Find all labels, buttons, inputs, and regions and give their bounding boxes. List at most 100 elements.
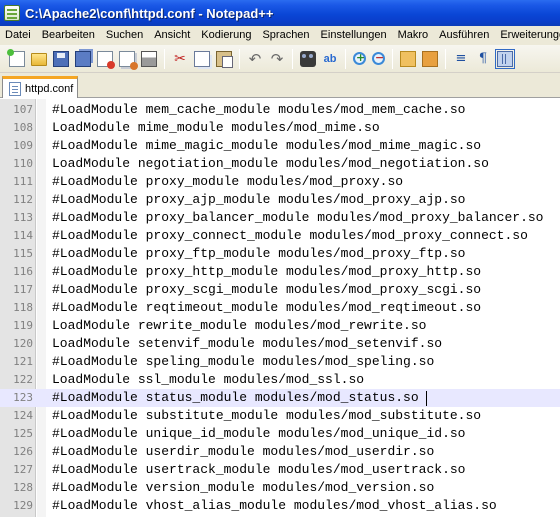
code-line[interactable]: 116 #LoadModule proxy_http_module modules… xyxy=(0,263,560,281)
print-icon[interactable] xyxy=(141,50,157,67)
find-icon[interactable] xyxy=(300,50,316,67)
code-line[interactable]: 126 #LoadModule userdir_module modules/mo… xyxy=(0,443,560,461)
line-number: 109 xyxy=(13,139,33,152)
code-line[interactable]: 114 #LoadModule proxy_connect_module modu… xyxy=(0,227,560,245)
menu-bearbeiten[interactable]: Bearbeiten xyxy=(37,26,101,45)
line-text[interactable]: LoadModule rewrite_module modules/mod_re… xyxy=(52,317,426,335)
line-text[interactable]: #LoadModule usertrack_module modules/mod… xyxy=(52,461,465,479)
code-line[interactable]: 127 #LoadModule usertrack_module modules/… xyxy=(0,461,560,479)
replace-icon[interactable]: ab xyxy=(322,51,338,67)
code-line[interactable]: 124 #LoadModule substitute_module modules… xyxy=(0,407,560,425)
new-file-icon[interactable] xyxy=(7,48,25,67)
line-text[interactable]: #LoadModule userdir_module modules/mod_u… xyxy=(52,443,434,461)
word-wrap-icon[interactable]: ≡ xyxy=(453,51,469,67)
menu-suchen[interactable]: Suchen xyxy=(101,26,149,45)
menu-ansicht[interactable]: Ansicht xyxy=(149,26,196,45)
code-line[interactable]: 111 #LoadModule proxy_module modules/mod_… xyxy=(0,173,560,191)
line-text[interactable]: #LoadModule proxy_ajp_module modules/mod… xyxy=(52,191,465,209)
notepad-plus-plus-app-icon[interactable] xyxy=(4,5,20,21)
copy-icon[interactable] xyxy=(194,50,210,67)
menu-makro[interactable]: Makro xyxy=(393,26,435,45)
line-text[interactable]: #LoadModule proxy_connect_module modules… xyxy=(52,227,528,245)
line-text[interactable]: #LoadModule version_module modules/mod_v… xyxy=(52,479,434,497)
line-text[interactable]: #LoadModule reqtimeout_module modules/mo… xyxy=(52,299,481,317)
code-line[interactable]: 128 #LoadModule version_module modules/mo… xyxy=(0,479,560,497)
line-text[interactable]: #LoadModule unique_id_module modules/mod… xyxy=(52,425,465,443)
code-line[interactable]: 117 #LoadModule proxy_scgi_module modules… xyxy=(0,281,560,299)
toolbar-separator xyxy=(239,48,240,69)
cut-icon[interactable]: ✂ xyxy=(172,51,188,67)
line-number: 126 xyxy=(13,445,33,458)
paste-icon[interactable] xyxy=(216,50,233,68)
line-text[interactable]: #LoadModule proxy_ftp_module modules/mod… xyxy=(52,245,465,263)
show-all-chars-icon[interactable]: ¶ xyxy=(475,51,491,67)
code-line[interactable]: 119 LoadModule rewrite_module modules/mod… xyxy=(0,317,560,335)
save-all-icon[interactable] xyxy=(75,50,91,67)
line-number: 119 xyxy=(13,319,33,332)
line-text[interactable]: #LoadModule speling_module modules/mod_s… xyxy=(52,353,434,371)
code-line[interactable]: 110 LoadModule negotiation_module modules… xyxy=(0,155,560,173)
sync-vertical-icon[interactable] xyxy=(400,50,416,67)
line-text[interactable]: LoadModule mime_module modules/mod_mime.… xyxy=(52,119,380,137)
line-number: 120 xyxy=(13,337,33,350)
line-number: 123 xyxy=(13,391,33,404)
menu-ausfuehren[interactable]: Ausführen xyxy=(434,26,495,45)
tab-label: httpd.conf xyxy=(25,82,74,95)
line-text[interactable]: LoadModule ssl_module modules/mod_ssl.so xyxy=(52,371,364,389)
sync-horizontal-icon[interactable] xyxy=(422,50,438,67)
code-line[interactable]: 108 LoadModule mime_module modules/mod_mi… xyxy=(0,119,560,137)
line-text[interactable]: #LoadModule proxy_http_module modules/mo… xyxy=(52,263,481,281)
line-text[interactable]: #LoadModule mime_magic_module modules/mo… xyxy=(52,137,481,155)
menu-kodierung[interactable]: Kodierung xyxy=(196,26,257,45)
code-line[interactable]: 107 #LoadModule mem_cache_module modules/… xyxy=(0,101,560,119)
line-number: 125 xyxy=(13,427,33,440)
code-line[interactable]: 122 LoadModule ssl_module modules/mod_ssl… xyxy=(0,371,560,389)
menu-datei[interactable]: Datei xyxy=(0,26,37,45)
document-icon xyxy=(9,81,21,96)
current-line[interactable]: 123 #LoadModule status_module modules/mod… xyxy=(0,389,560,407)
line-number: 111 xyxy=(13,175,33,188)
redo-icon[interactable]: ↷ xyxy=(269,51,285,67)
line-number: 128 xyxy=(13,481,33,494)
line-text[interactable]: #LoadModule vhost_alias_module modules/m… xyxy=(52,497,497,515)
menu-einstellungen[interactable]: Einstellungen xyxy=(316,26,393,45)
line-text[interactable]: #LoadModule proxy_module modules/mod_pro… xyxy=(52,173,403,191)
line-text[interactable]: #LoadModule substitute_module modules/mo… xyxy=(52,407,481,425)
title-bar[interactable]: C:\Apache2\conf\httpd.conf - Notepad++ xyxy=(0,0,560,26)
open-file-icon[interactable] xyxy=(31,53,47,66)
code-line[interactable]: 121 #LoadModule speling_module modules/mo… xyxy=(0,353,560,371)
toolbar-separator xyxy=(392,48,393,69)
save-icon[interactable] xyxy=(53,50,69,67)
zoom-in-icon[interactable] xyxy=(353,51,366,65)
close-all-icon[interactable] xyxy=(119,50,138,70)
code-line[interactable]: 118 #LoadModule reqtimeout_module modules… xyxy=(0,299,560,317)
code-line[interactable]: 113 #LoadModule proxy_balancer_module mod… xyxy=(0,209,560,227)
code-line[interactable]: 120 LoadModule setenvif_module modules/mo… xyxy=(0,335,560,353)
undo-icon[interactable]: ↶ xyxy=(247,51,263,67)
line-text[interactable]: #LoadModule proxy_balancer_module module… xyxy=(52,209,543,227)
code-line[interactable]: 109 #LoadModule mime_magic_module modules… xyxy=(0,137,560,155)
editor-area[interactable]: 107 #LoadModule mem_cache_module modules/… xyxy=(0,99,560,517)
tab-bar: httpd.conf xyxy=(0,73,560,98)
menu-erweiterungen[interactable]: Erweiterungen xyxy=(495,26,560,45)
code-line[interactable]: 125 #LoadModule unique_id_module modules/… xyxy=(0,425,560,443)
line-text[interactable]: LoadModule setenvif_module modules/mod_s… xyxy=(52,335,442,353)
menu-bar: Datei Bearbeiten Suchen Ansicht Kodierun… xyxy=(0,26,560,45)
line-number: 114 xyxy=(13,229,33,242)
line-text[interactable]: #LoadModule mem_cache_module modules/mod… xyxy=(52,101,465,119)
toolbar-separator xyxy=(292,48,293,69)
close-icon[interactable] xyxy=(97,50,115,69)
line-text[interactable]: #LoadModule status_module modules/mod_st… xyxy=(52,389,419,407)
indent-guide-icon[interactable] xyxy=(495,48,515,69)
line-text[interactable]: LoadModule negotiation_module modules/mo… xyxy=(52,155,489,173)
toolbar-separator xyxy=(445,48,446,69)
text-cursor xyxy=(426,391,427,406)
code-line[interactable]: 112 #LoadModule proxy_ajp_module modules/… xyxy=(0,191,560,209)
line-number: 129 xyxy=(13,499,33,512)
zoom-out-icon[interactable] xyxy=(372,51,385,65)
menu-sprachen[interactable]: Sprachen xyxy=(257,26,315,45)
line-text[interactable]: #LoadModule proxy_scgi_module modules/mo… xyxy=(52,281,481,299)
code-line[interactable]: 129 #LoadModule vhost_alias_module module… xyxy=(0,497,560,515)
tab-httpd-conf[interactable]: httpd.conf xyxy=(2,76,78,98)
code-line[interactable]: 115 #LoadModule proxy_ftp_module modules/… xyxy=(0,245,560,263)
